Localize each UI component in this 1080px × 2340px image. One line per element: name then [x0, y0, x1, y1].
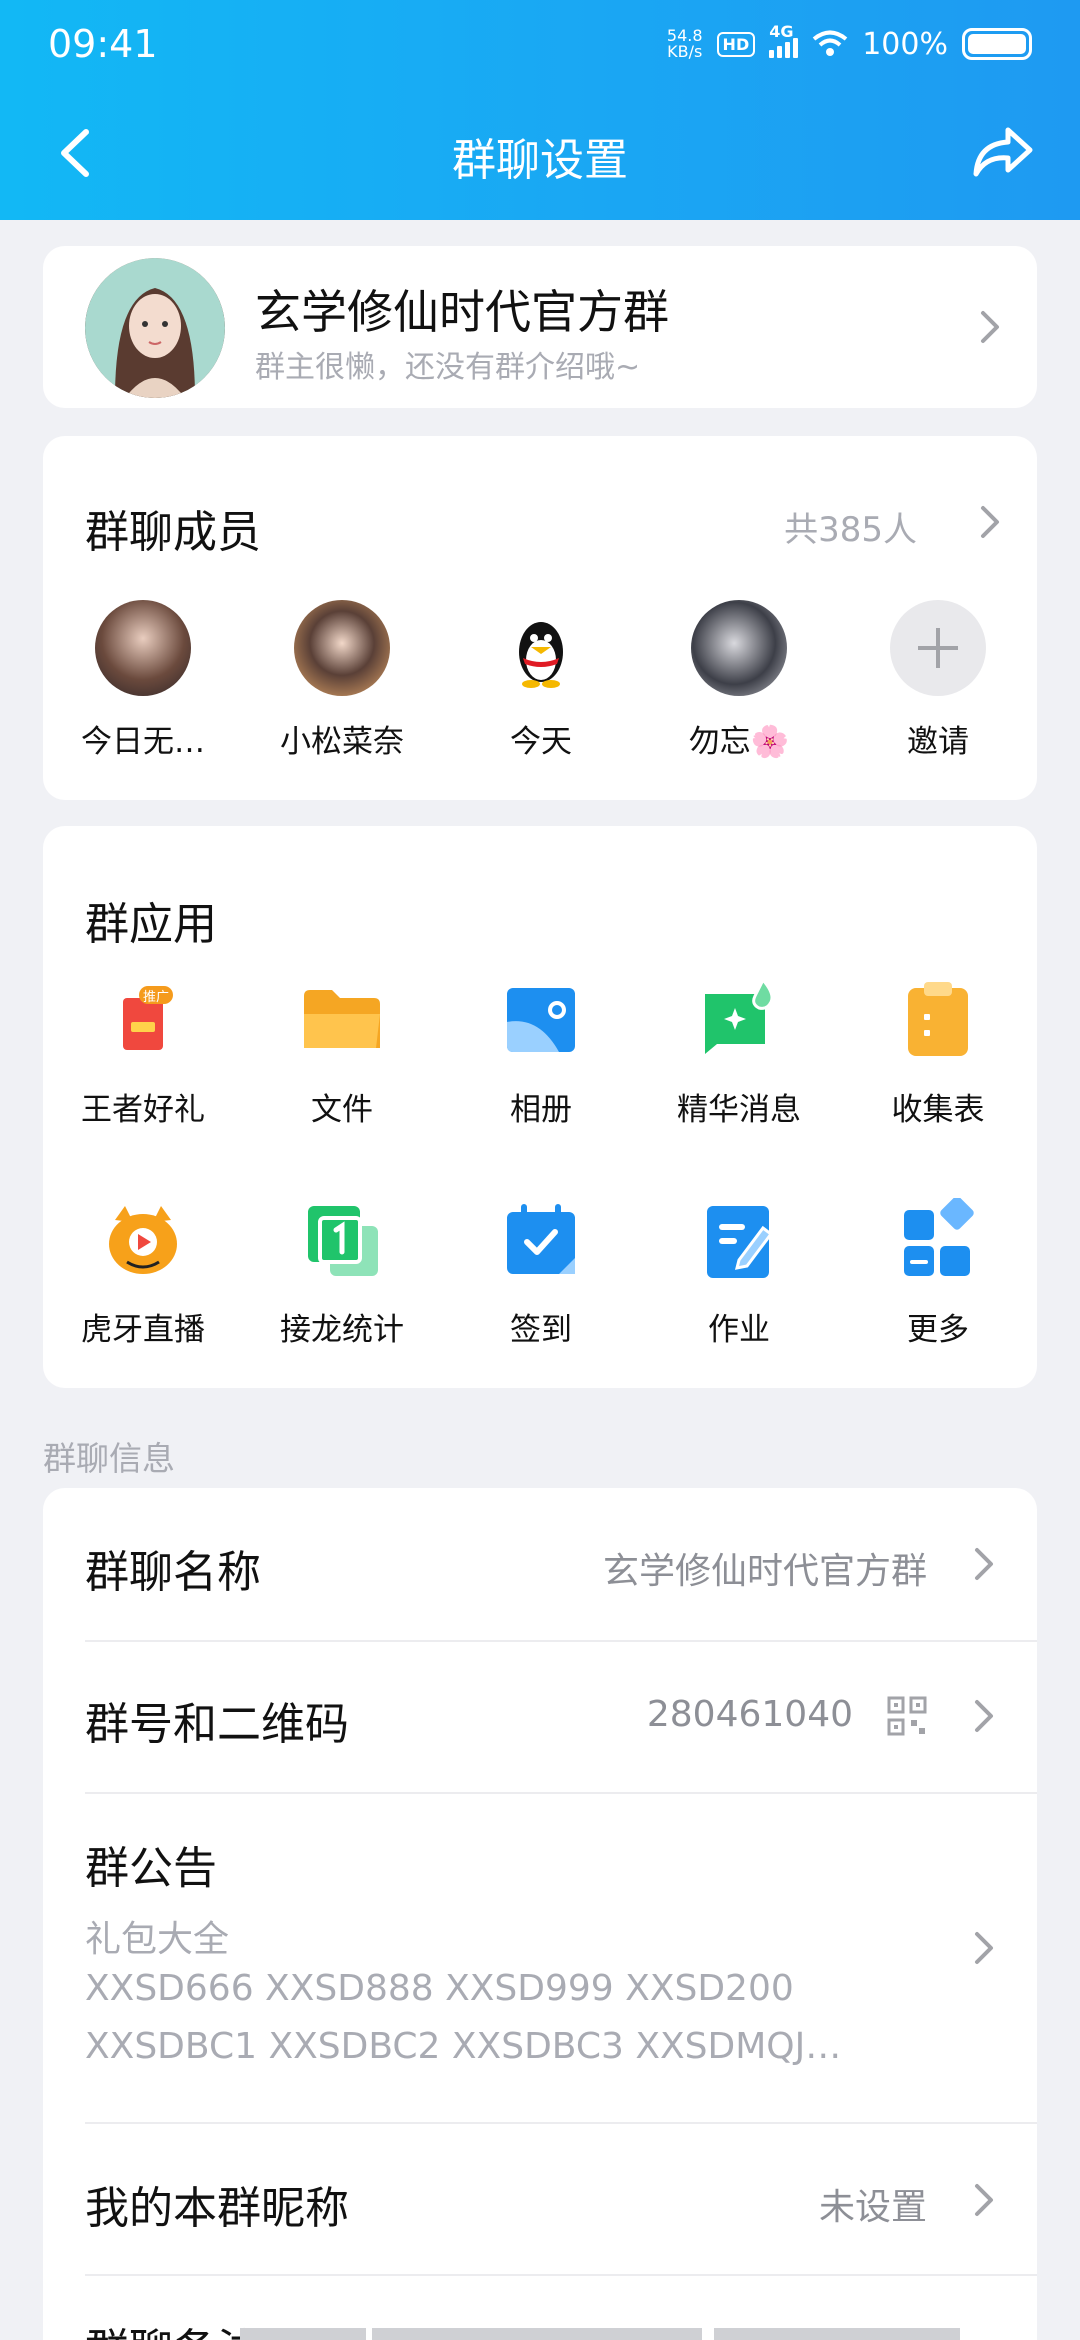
plus-icon[interactable]	[890, 600, 986, 696]
network-type: 4G	[769, 22, 794, 41]
members-title: 群聊成员	[85, 507, 261, 558]
nickname-label: 我的本群昵称	[85, 2183, 349, 2234]
clipboard-icon	[896, 978, 980, 1062]
app-huya[interactable]: 虎牙直播	[43, 1198, 243, 1349]
section-title-group-info: 群聊信息	[43, 1439, 175, 1478]
notice-label: 群公告	[85, 1843, 217, 1894]
chain-stats-icon	[300, 1198, 384, 1282]
apps-title: 群应用	[85, 899, 217, 950]
chevron-right-icon	[975, 2184, 993, 2216]
row-group-name[interactable]: 群聊名称 玄学修仙时代官方群	[85, 1488, 995, 1640]
members-card: 群聊成员 共385人 今日无… 小松菜奈 今天 勿忘🌸 邀请	[43, 436, 1037, 800]
app-check-in[interactable]: 签到	[441, 1198, 641, 1349]
app-gift[interactable]: 推广 王者好礼	[43, 978, 243, 1129]
member-name: 勿忘🌸	[688, 724, 790, 760]
member-name: 今天	[510, 724, 572, 760]
app-collect-form[interactable]: 收集表	[838, 978, 1038, 1129]
net-speed: 54.8 KB/s	[667, 28, 703, 60]
app-label: 收集表	[891, 1092, 985, 1128]
hd-icon: HD	[716, 31, 756, 57]
app-label: 精华消息	[677, 1092, 801, 1128]
notice-line: XXSD666 XXSD888 XXSD999 XXSD200	[85, 1968, 794, 2009]
app-label: 相册	[510, 1092, 572, 1128]
app-label: 虎牙直播	[81, 1312, 205, 1348]
app-more[interactable]: 更多	[838, 1196, 1038, 1349]
group-avatar-illustration	[85, 258, 225, 398]
signal-icon: 4G	[769, 22, 799, 58]
app-label: 更多	[907, 1312, 969, 1348]
group-apps-card: 群应用 推广 王者好礼 文件 相册 精华消息 收集表 虎牙直播 接龙统计 签到 …	[43, 826, 1037, 1388]
group-name-value: 玄学修仙时代官方群	[602, 1551, 927, 1592]
promo-badge: 推广	[143, 990, 170, 1005]
member-name: 小松菜奈	[280, 724, 404, 760]
share-icon[interactable]	[970, 122, 1036, 182]
battery-icon	[962, 28, 1032, 60]
member-item[interactable]: 勿忘🌸	[639, 600, 839, 761]
app-label: 作业	[708, 1312, 770, 1348]
app-chain-stats[interactable]: 接龙统计	[242, 1198, 442, 1349]
status-icons: 54.8 KB/s HD 4G 100%	[667, 22, 1032, 64]
group-name: 玄学修仙时代官方群	[255, 285, 669, 339]
member-avatar[interactable]	[294, 600, 390, 696]
bottom-overlay	[0, 2328, 1080, 2340]
member-name: 今日无…	[81, 724, 205, 760]
album-icon	[499, 978, 583, 1062]
nav-bar: 群聊设置	[0, 118, 1080, 188]
group-intro: 群主很懒，还没有群介绍哦~	[255, 350, 641, 385]
app-essence[interactable]: 精华消息	[639, 977, 839, 1129]
gift-icon: 推广	[101, 978, 185, 1062]
status-bar: 09:41 54.8 KB/s HD 4G 100%	[0, 14, 1080, 70]
group-name-label: 群聊名称	[85, 1547, 261, 1598]
app-label: 文件	[311, 1092, 373, 1128]
chevron-right-icon	[975, 1932, 993, 1964]
qr-code-icon[interactable]	[887, 1696, 927, 1736]
member-avatar[interactable]	[95, 600, 191, 696]
invite-label: 邀请	[907, 724, 969, 760]
notice-line: 礼包大全	[85, 1919, 230, 1960]
app-label: 王者好礼	[81, 1092, 205, 1128]
member-item[interactable]: 今日无…	[43, 600, 243, 761]
invite-button[interactable]: 邀请	[838, 600, 1038, 761]
row-group-notice[interactable]: 群公告 礼包大全 XXSD666 XXSD888 XXSD999 XXSD200…	[85, 1792, 995, 2110]
essence-message-icon	[697, 977, 781, 1062]
chevron-right-icon[interactable]	[979, 504, 1001, 540]
homework-icon	[697, 1198, 781, 1282]
app-label: 签到	[510, 1312, 572, 1348]
app-album[interactable]: 相册	[441, 978, 641, 1129]
row-my-nickname[interactable]: 我的本群昵称 未设置	[85, 2122, 995, 2274]
more-apps-icon	[896, 1196, 980, 1282]
chevron-right-icon	[981, 311, 999, 343]
row-group-number[interactable]: 群号和二维码 280461040	[85, 1640, 995, 1792]
net-speed-unit: KB/s	[667, 42, 703, 61]
nickname-value: 未设置	[818, 2187, 927, 2228]
wifi-icon	[812, 30, 848, 56]
member-avatar[interactable]	[691, 600, 787, 696]
status-time: 09:41	[48, 22, 158, 66]
chevron-right-icon	[975, 1548, 993, 1580]
app-homework[interactable]: 作业	[639, 1198, 839, 1349]
penguin-icon	[519, 622, 563, 688]
chevron-right-icon	[975, 1700, 993, 1732]
members-count[interactable]: 共385人	[784, 502, 917, 551]
group-number-value: 280461040	[646, 1694, 853, 1735]
battery-percent: 100%	[862, 26, 948, 62]
member-item[interactable]: 今天	[441, 600, 641, 761]
folder-icon	[300, 978, 384, 1062]
member-avatar-penguin[interactable]	[493, 600, 589, 696]
header-bar: 09:41 54.8 KB/s HD 4G 100% 群聊设置	[0, 0, 1080, 220]
group-avatar[interactable]	[85, 258, 225, 398]
huya-live-icon	[101, 1198, 185, 1282]
group-profile-card[interactable]: 玄学修仙时代官方群 群主很懒，还没有群介绍哦~	[43, 246, 1037, 408]
page-title: 群聊设置	[452, 135, 628, 186]
app-files[interactable]: 文件	[242, 978, 442, 1129]
group-info-card: 群聊名称 玄学修仙时代官方群 群号和二维码 280461040 群公告 礼包大全…	[43, 1488, 1037, 2340]
group-number-label: 群号和二维码	[85, 1699, 349, 1750]
app-label: 接龙统计	[280, 1312, 404, 1348]
check-in-calendar-icon	[499, 1198, 583, 1282]
notice-line: XXSDBC1 XXSDBC2 XXSDBC3 XXSDMQJ…	[85, 2026, 842, 2067]
member-item[interactable]: 小松菜奈	[242, 600, 442, 761]
